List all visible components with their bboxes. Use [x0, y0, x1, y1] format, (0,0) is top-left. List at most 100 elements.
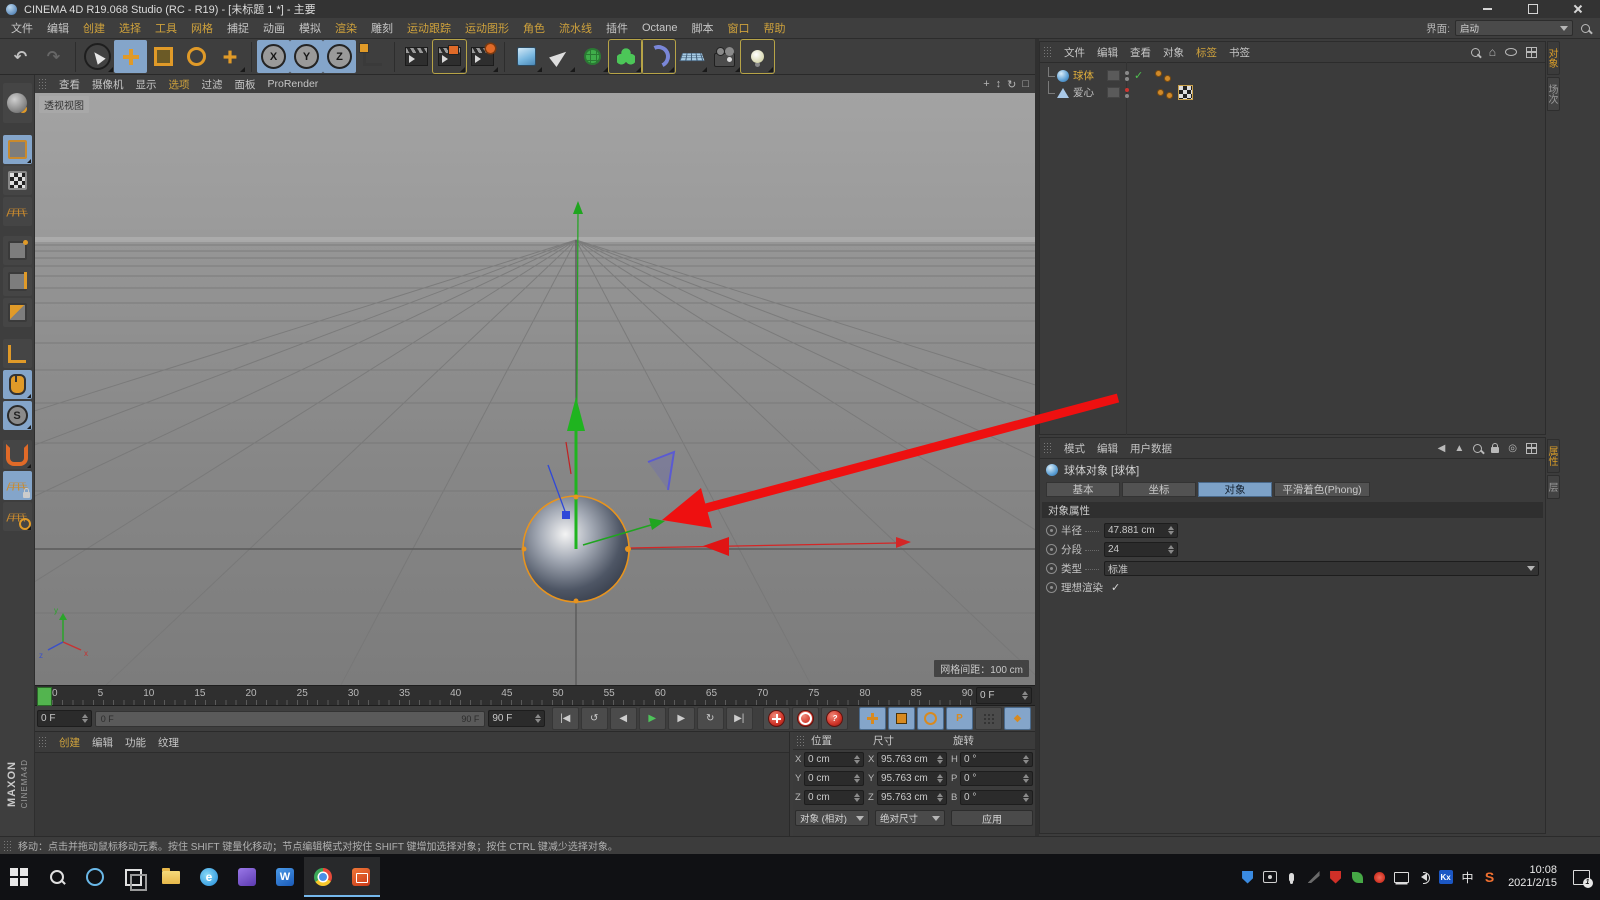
vp-menu-prorender[interactable]: ProRender [262, 78, 325, 90]
size-z-input[interactable]: 95.763 cm [877, 790, 947, 805]
view-label[interactable]: 透视视图 [39, 96, 89, 113]
taskbar-search-button[interactable] [38, 857, 76, 897]
size-mode-dropdown[interactable]: 绝对尺寸 [875, 810, 945, 826]
enabled-check-icon[interactable]: ✓ [1134, 69, 1143, 82]
mat-menu-edit[interactable]: 编辑 [86, 735, 119, 750]
menu-snap[interactable]: 捕捉 [220, 20, 256, 36]
menu-help[interactable]: 帮助 [756, 20, 792, 36]
layer-chip-icon[interactable] [1107, 87, 1120, 98]
viewport-canvas[interactable]: y x z [35, 93, 1035, 685]
tag-dot-icon[interactable] [1157, 89, 1164, 96]
task-view-button[interactable] [114, 857, 152, 897]
tab-phong[interactable]: 平滑着色(Phong) [1274, 482, 1370, 497]
menu-motion-tracker[interactable]: 运动跟踪 [400, 20, 458, 36]
panel-grip[interactable] [3, 840, 13, 852]
tray-camera-icon[interactable] [1262, 870, 1277, 885]
vp-menu-cameras[interactable]: 摄像机 [86, 77, 130, 92]
purple-app-button[interactable] [228, 857, 266, 897]
size-y-input[interactable]: 95.763 cm [877, 771, 947, 786]
om-panel-icon[interactable] [1526, 47, 1537, 58]
maximize-button[interactable] [1510, 0, 1555, 18]
menu-simulate[interactable]: 模拟 [292, 20, 328, 36]
param-circle-icon[interactable] [1046, 582, 1057, 593]
render-settings-button[interactable] [466, 40, 499, 73]
live-selection-tool[interactable] [81, 40, 114, 73]
pos-z-input[interactable]: 0 cm [804, 790, 864, 805]
tray-nvidia-icon[interactable] [1350, 870, 1365, 885]
tab-object[interactable]: 对象 [1198, 482, 1272, 497]
texture-tag-icon[interactable] [1178, 85, 1193, 100]
menu-tools[interactable]: 工具 [148, 20, 184, 36]
om-menu-objects[interactable]: 对象 [1157, 45, 1190, 60]
tray-security-icon[interactable] [1240, 870, 1255, 885]
tray-defender-icon[interactable] [1328, 870, 1343, 885]
goto-end-button[interactable]: ▶| [726, 707, 753, 730]
vp-rotate-icon[interactable]: ↻ [1007, 78, 1016, 91]
frame-range-slider[interactable]: 0 F 90 F [95, 711, 486, 727]
am-target-icon[interactable]: ◎ [1508, 443, 1517, 454]
lock-x-button[interactable]: X [257, 40, 290, 73]
edge-button[interactable]: e [190, 857, 228, 897]
snap-button[interactable] [3, 440, 32, 469]
rot-h-input[interactable]: 0 ° [960, 752, 1033, 767]
play-button[interactable]: ▶ [639, 707, 666, 730]
chrome-button[interactable] [304, 857, 342, 897]
render-view-button[interactable] [400, 40, 433, 73]
tray-kx-icon[interactable]: Kx [1438, 870, 1453, 885]
cortana-button[interactable] [76, 857, 114, 897]
type-dropdown[interactable]: 标准 [1104, 561, 1539, 576]
menu-window[interactable]: 窗口 [720, 20, 756, 36]
close-button[interactable] [1555, 0, 1600, 18]
menu-edit[interactable]: 编辑 [40, 20, 76, 36]
apply-button[interactable]: 应用 [951, 810, 1033, 826]
editor-visibility-dot[interactable] [1125, 88, 1129, 92]
deformer-button[interactable] [642, 40, 675, 73]
object-row-sphere[interactable]: 球体 ✓ [1040, 67, 1545, 84]
edges-mode-button[interactable] [3, 267, 32, 296]
undo-button[interactable]: ↶ [4, 40, 37, 73]
ime-indicator[interactable]: 中 [1460, 870, 1475, 885]
om-search-icon[interactable] [1471, 48, 1480, 57]
record-keyframe-button[interactable] [763, 707, 790, 730]
pos-x-input[interactable]: 0 cm [804, 752, 864, 767]
quantize-button[interactable]: S [3, 401, 32, 430]
render-perfect-checkbox[interactable]: ✓ [1111, 581, 1120, 594]
range-start-spinner[interactable]: 0 F [37, 710, 92, 727]
am-search-icon[interactable] [1473, 444, 1482, 453]
panel-grip[interactable] [38, 78, 48, 90]
om-menu-bookmarks[interactable]: 书签 [1223, 45, 1256, 60]
panel-grip[interactable] [38, 736, 48, 748]
object-row-heart[interactable]: 爱心 [1040, 84, 1545, 101]
make-editable-button[interactable] [3, 83, 32, 123]
workplane-mode-button[interactable] [3, 197, 32, 226]
mat-menu-create[interactable]: 创建 [53, 735, 86, 750]
param-circle-icon[interactable] [1046, 544, 1057, 555]
tab-takes-vertical[interactable]: 场次 [1547, 77, 1560, 111]
cube-primitive-button[interactable] [510, 40, 543, 73]
material-list-area[interactable] [35, 753, 789, 836]
frame-spinner[interactable] [1020, 691, 1028, 700]
mat-menu-texture[interactable]: 纹理 [152, 735, 185, 750]
autokey-button[interactable] [792, 707, 819, 730]
menu-render[interactable]: 渲染 [328, 20, 364, 36]
play-backwards-button[interactable]: ↺ [581, 707, 608, 730]
tray-record-icon[interactable] [1372, 870, 1387, 885]
scale-tool[interactable] [147, 40, 180, 73]
move-tool[interactable] [114, 40, 147, 73]
notification-center-button[interactable]: 1 [1568, 870, 1594, 885]
am-lock-icon[interactable] [1491, 447, 1499, 453]
vp-menu-display[interactable]: 显示 [130, 77, 163, 92]
panel-grip[interactable] [796, 735, 806, 747]
render-visibility-dot[interactable] [1125, 77, 1129, 81]
tab-basic[interactable]: 基本 [1046, 482, 1120, 497]
panel-grip[interactable] [1043, 442, 1053, 454]
record-rotation-toggle[interactable] [917, 707, 944, 730]
record-point-level-toggle[interactable] [975, 707, 1002, 730]
radius-input[interactable]: 47.881 cm [1104, 523, 1178, 538]
am-back-icon[interactable]: ◀ [1438, 443, 1446, 454]
menu-animate[interactable]: 动画 [256, 20, 292, 36]
previous-frame-button[interactable]: ◀ [610, 707, 637, 730]
object-name[interactable]: 爱心 [1073, 85, 1105, 100]
object-name[interactable]: 球体 [1073, 68, 1105, 83]
vp-menu-panel[interactable]: 面板 [229, 77, 262, 92]
